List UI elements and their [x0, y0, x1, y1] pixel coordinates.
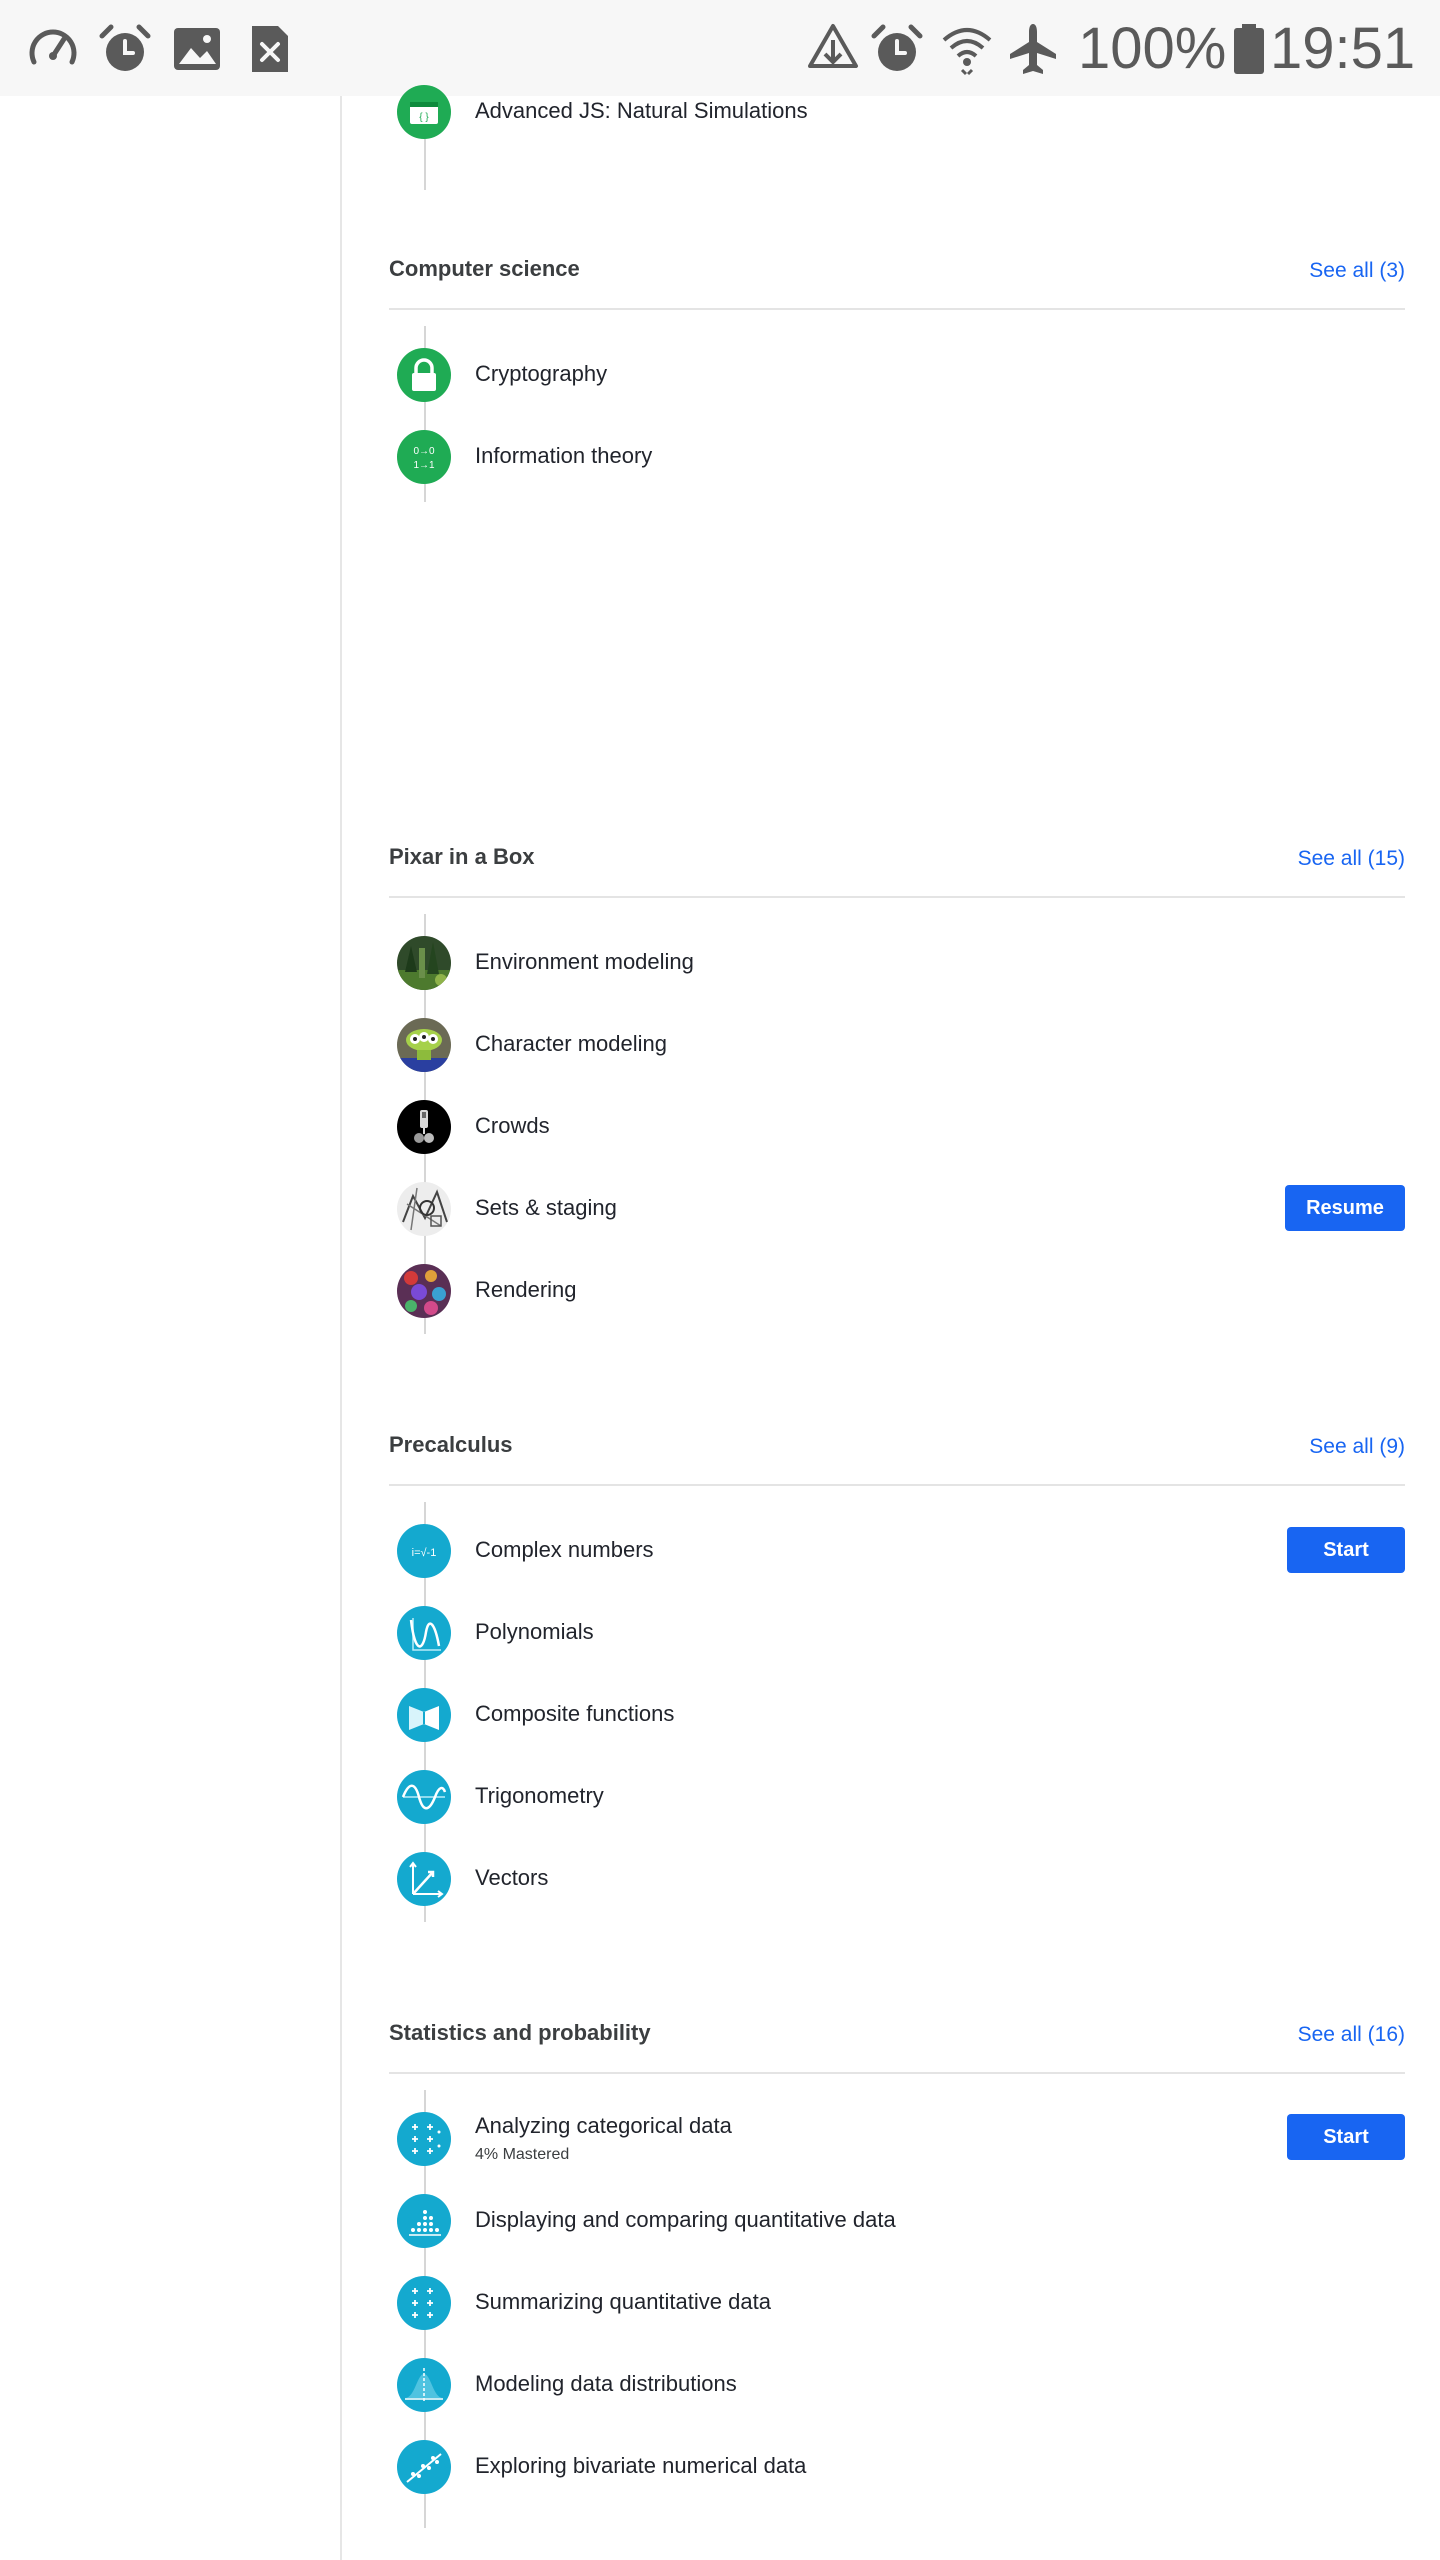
section-divider [389, 2072, 1405, 2074]
section-pixar-in-a-box: Pixar in a Box See all (15) Environment … [389, 840, 1405, 1340]
list-item[interactable]: Summarizing quantitative data [397, 2274, 1405, 2332]
alarm-clock-icon [99, 24, 151, 71]
list-item[interactable]: Analyzing categorical data 4% Mastered S… [397, 2110, 1405, 2168]
item-label: Vectors [475, 1865, 549, 1890]
padlock-icon [397, 348, 451, 402]
sketch-scene-icon [397, 1182, 451, 1236]
imaginary-unit-icon: i=√-1 [397, 1524, 451, 1578]
list-item[interactable]: Composite functions [397, 1686, 1405, 1744]
list-item[interactable]: Environment modeling [397, 934, 1405, 992]
item-label: Composite functions [475, 1701, 675, 1726]
forest-scene-icon [397, 936, 451, 990]
section-title: Statistics and probability [389, 2020, 651, 2045]
section-title: Pixar in a Box [389, 844, 535, 869]
item-label: Sets & staging [475, 1195, 617, 1220]
list-item[interactable]: Rendering [397, 1262, 1405, 1320]
list-item[interactable]: Crowds [397, 1098, 1405, 1156]
bell-curve-icon [397, 2358, 451, 2412]
item-label: Character modeling [475, 1031, 667, 1056]
section-title: Precalculus [389, 1432, 513, 1457]
list-item[interactable]: Trigonometry [397, 1768, 1405, 1826]
item-label: Displaying and comparing quantitative da… [475, 2207, 896, 2232]
svg-text:1→1: 1→1 [413, 460, 435, 471]
see-all-link[interactable]: See all (15) [1298, 842, 1405, 876]
alien-character-icon [397, 1018, 451, 1072]
section-computer-science: Computer science See all (3) Cryptograph… [389, 252, 1405, 512]
section-statistics-probability: Statistics and probability See all (16) … [389, 2016, 1405, 2528]
item-label: Trigonometry [475, 1783, 604, 1808]
binary-arrows-icon: 0→0 1→1 [397, 430, 451, 484]
item-label: Analyzing categorical data [475, 2113, 732, 2138]
svg-text:{ }: { } [419, 112, 429, 123]
polynomial-curve-icon [397, 1606, 451, 1660]
list-item[interactable]: Displaying and comparing quantitative da… [397, 2192, 1405, 2250]
list-item[interactable]: Cryptography [397, 346, 1405, 404]
item-label: Cryptography [475, 361, 608, 386]
item-label: Polynomials [475, 1619, 594, 1644]
section-precalculus: Precalculus See all (9) i=√-1 Complex nu… [389, 1428, 1405, 1928]
section-divider [389, 308, 1405, 310]
sine-wave-icon [397, 1770, 451, 1824]
item-label: Environment modeling [475, 949, 694, 974]
list-item[interactable]: Modeling data distributions [397, 2356, 1405, 2414]
list-item[interactable]: Sets & staging Resume [397, 1180, 1405, 1238]
image-icon [174, 28, 220, 70]
item-label: Summarizing quantitative data [475, 2289, 771, 2314]
sim-error-icon [252, 26, 288, 72]
svg-text:i=√-1: i=√-1 [412, 1547, 437, 1559]
list-item[interactable]: Vectors [397, 1850, 1405, 1908]
see-all-link[interactable]: See all (9) [1309, 1430, 1405, 1464]
item-label: Exploring bivariate numerical data [475, 2453, 807, 2478]
resume-button[interactable]: Resume [1285, 1185, 1405, 1231]
list-item[interactable]: 0→0 1→1 Information theory [397, 428, 1405, 486]
see-all-link[interactable]: See all (16) [1298, 2018, 1405, 2052]
dot-plot-icon [397, 2194, 451, 2248]
vector-axes-icon [397, 1852, 451, 1906]
start-button[interactable]: Start [1287, 1527, 1405, 1573]
plus-grid-icon [397, 2276, 451, 2330]
item-label: Advanced JS: Natural Simulations [475, 98, 808, 123]
crowd-robot-icon [397, 1100, 451, 1154]
code-window-icon: { } [397, 85, 451, 139]
item-label: Rendering [475, 1277, 577, 1302]
scatter-trend-icon [397, 2440, 451, 2494]
colorful-render-icon [397, 1264, 451, 1318]
item-label: Crowds [475, 1113, 550, 1138]
list-item[interactable]: { } Advanced JS: Natural Simulations [397, 83, 1405, 141]
section-title: Computer science [389, 256, 580, 281]
see-all-link[interactable]: See all (3) [1309, 254, 1405, 288]
list-item[interactable]: Polynomials [397, 1604, 1405, 1662]
composite-shapes-icon [397, 1688, 451, 1742]
start-button[interactable]: Start [1287, 2114, 1405, 2160]
list-item[interactable]: Character modeling [397, 1016, 1405, 1074]
item-label: Modeling data distributions [475, 2371, 737, 2396]
svg-text:0→0: 0→0 [413, 446, 435, 457]
section-divider [389, 896, 1405, 898]
section-divider [389, 1484, 1405, 1486]
main-content: { } Advanced JS: Natural Simulations Com… [389, 0, 1405, 2560]
sidebar-divider [340, 96, 342, 2560]
list-item[interactable]: Exploring bivariate numerical data [397, 2438, 1405, 2496]
section-advanced-js: { } Advanced JS: Natural Simulations [389, 60, 1405, 190]
list-item[interactable]: i=√-1 Complex numbers Start [397, 1522, 1405, 1580]
item-label: Complex numbers [475, 1537, 654, 1562]
item-label: Information theory [475, 443, 653, 468]
plus-grid-icon [397, 2112, 451, 2166]
speedometer-icon [29, 29, 77, 65]
sidebar [0, 96, 340, 2560]
mastery-progress: 4% Mastered [475, 2146, 570, 2163]
